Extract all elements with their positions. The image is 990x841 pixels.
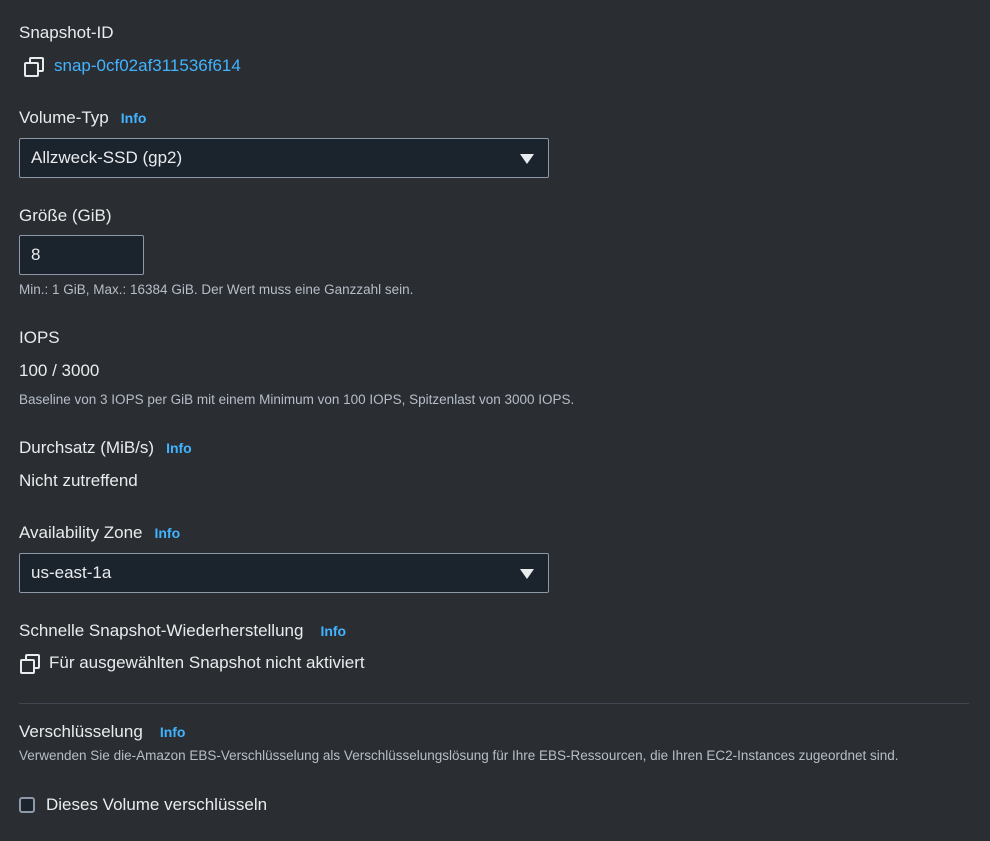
caret-down-icon [520, 569, 534, 579]
throughput-label: Durchsatz (MiB/s) Info [19, 438, 192, 457]
section-divider [19, 703, 969, 704]
availability-zone-select[interactable]: us-east-1a [19, 553, 549, 593]
encrypt-volume-row[interactable]: Dieses Volume verschlüsseln [19, 795, 267, 815]
volume-type-info-link[interactable]: Info [121, 110, 147, 126]
iops-value: 100 / 3000 [19, 361, 100, 380]
volume-form: Snapshot-ID snap-0cf02af311536f614 Volum… [0, 0, 990, 841]
copy-icon [20, 654, 40, 674]
volume-type-select[interactable]: Allzweck-SSD (gp2) [19, 138, 549, 178]
fast-snapshot-restore-info-link[interactable]: Info [320, 623, 346, 639]
encryption-label: Verschlüsselung Info [19, 722, 186, 741]
availability-zone-info-link[interactable]: Info [154, 525, 180, 541]
copy-icon[interactable] [24, 57, 44, 77]
size-label: Größe (GiB) [19, 206, 112, 225]
volume-type-label: Volume-Typ Info [19, 108, 147, 127]
size-input[interactable] [19, 235, 144, 275]
caret-down-icon [520, 154, 534, 164]
fast-snapshot-restore-status-row: Für ausgewählten Snapshot nicht aktivier… [20, 653, 365, 674]
availability-zone-label: Availability Zone Info [19, 523, 181, 542]
encrypt-volume-label[interactable]: Dieses Volume verschlüsseln [46, 795, 267, 815]
iops-label: IOPS [19, 328, 60, 347]
size-hint: Min.: 1 GiB, Max.: 16384 GiB. Der Wert m… [19, 282, 414, 297]
availability-zone-selected-value: us-east-1a [31, 563, 112, 582]
snapshot-id-label: Snapshot-ID [19, 23, 114, 42]
fast-snapshot-restore-label: Schnelle Snapshot-Wiederherstellung Info [19, 621, 347, 640]
fast-snapshot-restore-status: Für ausgewählten Snapshot nicht aktivier… [49, 653, 365, 672]
volume-type-selected-value: Allzweck-SSD (gp2) [31, 148, 183, 167]
iops-hint: Baseline von 3 IOPS per GiB mit einem Mi… [19, 392, 575, 407]
snapshot-id-link[interactable]: snap-0cf02af311536f614 [54, 56, 241, 76]
encrypt-volume-checkbox[interactable] [19, 797, 35, 813]
encryption-info-link[interactable]: Info [160, 724, 186, 740]
throughput-value: Nicht zutreffend [19, 471, 138, 490]
encryption-description: Verwenden Sie die-Amazon EBS-Verschlüsse… [19, 748, 899, 763]
snapshot-id-row: snap-0cf02af311536f614 [24, 56, 241, 77]
throughput-info-link[interactable]: Info [166, 440, 192, 456]
